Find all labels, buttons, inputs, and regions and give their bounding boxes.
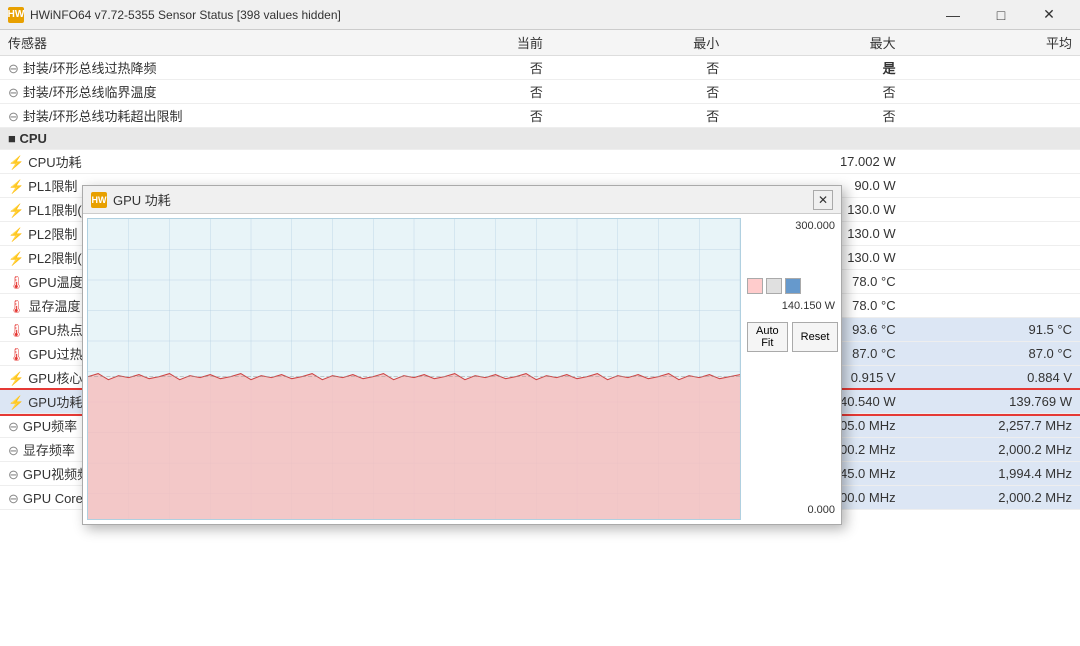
lightning-icon: ⚡: [8, 371, 24, 386]
avg-val: 2,000.2 MHz: [904, 486, 1080, 510]
max-val: 是: [727, 56, 903, 80]
max-val: 17.002 W: [727, 150, 903, 174]
minus-icon: ⊖: [8, 443, 19, 458]
avg-val: 139.769 W: [904, 390, 1080, 414]
window-title: HWiNFO64 v7.72-5355 Sensor Status [398 v…: [30, 8, 341, 22]
temp-icon: 🌡: [8, 347, 25, 362]
temp-icon: 🌡: [8, 299, 25, 314]
current-val: 否: [375, 104, 551, 128]
sensor-label: ⊖封装/环形总线功耗超出限制: [0, 104, 375, 128]
lightning-icon: ⚡: [8, 251, 24, 266]
window-controls: — □ ✕: [930, 4, 1072, 26]
avg-val: [904, 174, 1080, 198]
minus-icon: ⊖: [8, 491, 19, 506]
main-content: 传感器 当前 最小 最大 平均 ⊖封装/环形总线过热降频 否 否 是 ⊖封装/环…: [0, 30, 1080, 646]
chart-area: [87, 218, 741, 520]
minus-icon: ⊖: [8, 109, 19, 124]
min-val: 否: [551, 80, 727, 104]
table-row: ⚡CPU功耗 17.002 W: [0, 150, 1080, 174]
chart-app-icon: HW: [91, 192, 107, 208]
temp-icon: 🌡: [8, 275, 25, 290]
section-row-cpu: ■ CPU: [0, 128, 1080, 150]
chart-color-boxes: [747, 278, 835, 294]
lightning-icon: ⚡: [8, 227, 24, 242]
avg-val: [904, 150, 1080, 174]
chart-svg: [88, 219, 740, 519]
col-header-max: 最大: [727, 30, 903, 56]
avg-val: 2,257.7 MHz: [904, 414, 1080, 438]
current-val: 否: [375, 80, 551, 104]
auto-fit-button[interactable]: Auto Fit: [747, 322, 788, 352]
max-val: 否: [727, 80, 903, 104]
chart-buttons: Auto Fit Reset: [747, 322, 835, 352]
chart-title-bar: HW GPU 功耗 ✕: [83, 186, 841, 214]
temp-icon: 🌡: [8, 323, 25, 338]
close-button[interactable]: ✕: [1026, 4, 1072, 26]
chart-y-bot: 0.000: [747, 504, 835, 516]
chart-y-top: 300.000: [747, 220, 835, 232]
avg-val: [904, 198, 1080, 222]
table-row: ⊖封装/环形总线临界温度 否 否 否: [0, 80, 1080, 104]
min-val: 否: [551, 56, 727, 80]
color-box-blue[interactable]: [785, 278, 801, 294]
avg-val: [904, 270, 1080, 294]
min-val: [551, 150, 727, 174]
minus-icon: ⊖: [8, 467, 19, 482]
minus-icon: ⊖: [8, 85, 19, 100]
avg-val: 2,000.2 MHz: [904, 438, 1080, 462]
minus-icon: ⊖: [8, 419, 19, 434]
current-val: [375, 150, 551, 174]
lightning-icon: ⚡: [8, 203, 24, 218]
avg-val: 91.5 °C: [904, 318, 1080, 342]
min-val: 否: [551, 104, 727, 128]
table-row: ⊖封装/环形总线过热降频 否 否 是: [0, 56, 1080, 80]
avg-val: 1,994.4 MHz: [904, 462, 1080, 486]
restore-button[interactable]: □: [978, 4, 1024, 26]
current-val: 否: [375, 56, 551, 80]
chart-body: 300.000 140.150 W Auto Fit Reset 0.000: [83, 214, 841, 524]
col-header-avg: 平均: [904, 30, 1080, 56]
lightning-icon: ⚡: [8, 395, 24, 410]
section-label: ■ CPU: [0, 128, 1080, 150]
avg-val: [904, 246, 1080, 270]
avg-val: [904, 222, 1080, 246]
title-bar: HW HWiNFO64 v7.72-5355 Sensor Status [39…: [0, 0, 1080, 30]
reset-button[interactable]: Reset: [792, 322, 839, 352]
chart-close-button[interactable]: ✕: [813, 190, 833, 210]
app-icon: HW: [8, 7, 24, 23]
col-header-sensor: 传感器: [0, 30, 375, 56]
avg-val: [904, 104, 1080, 128]
color-box-gray[interactable]: [766, 278, 782, 294]
avg-val: 87.0 °C: [904, 342, 1080, 366]
col-header-min: 最小: [551, 30, 727, 56]
chart-sidebar: 300.000 140.150 W Auto Fit Reset 0.000: [741, 214, 841, 524]
lightning-icon: ⚡: [8, 179, 24, 194]
chart-popup: HW GPU 功耗 ✕: [82, 185, 842, 525]
avg-val: [904, 80, 1080, 104]
max-val: 否: [727, 104, 903, 128]
chart-y-mid: 140.150 W: [747, 300, 835, 312]
minimize-button[interactable]: —: [930, 4, 976, 26]
title-bar-left: HW HWiNFO64 v7.72-5355 Sensor Status [39…: [8, 7, 341, 23]
sensor-label: ⚡CPU功耗: [0, 150, 375, 174]
sensor-label: ⊖封装/环形总线过热降频: [0, 56, 375, 80]
col-header-current: 当前: [375, 30, 551, 56]
avg-val: [904, 294, 1080, 318]
avg-val: [904, 56, 1080, 80]
color-box-pink[interactable]: [747, 278, 763, 294]
sensor-label: ⊖封装/环形总线临界温度: [0, 80, 375, 104]
lightning-icon: ⚡: [8, 155, 24, 170]
chart-title-left: HW GPU 功耗: [91, 190, 171, 209]
chart-title: GPU 功耗: [113, 190, 171, 209]
minus-icon: ⊖: [8, 61, 19, 76]
table-row: ⊖封装/环形总线功耗超出限制 否 否 否: [0, 104, 1080, 128]
avg-val: 0.884 V: [904, 366, 1080, 390]
